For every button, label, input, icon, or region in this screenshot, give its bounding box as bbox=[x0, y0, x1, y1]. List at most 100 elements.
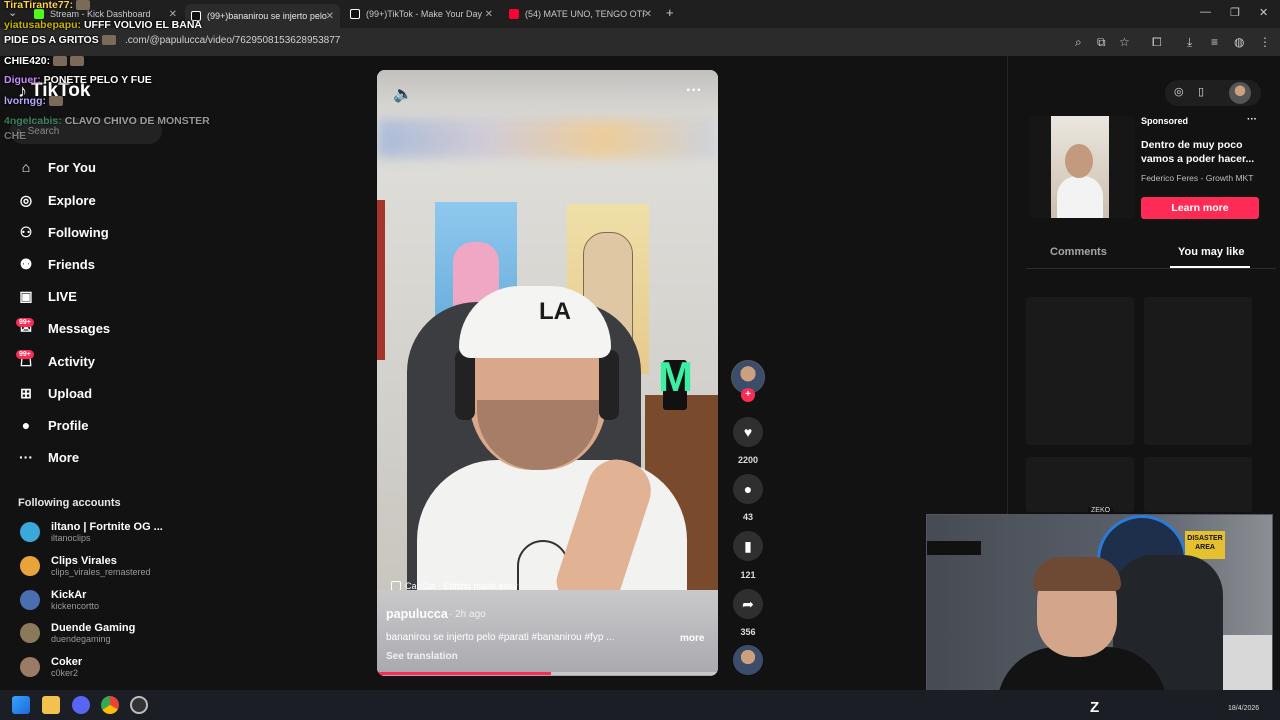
see-translation-link[interactable]: See translation bbox=[386, 651, 458, 662]
extensions-icon[interactable]: ⧠ bbox=[1152, 35, 1162, 50]
heart-icon: ♥ bbox=[743, 424, 753, 440]
ad-person bbox=[1057, 176, 1103, 218]
chrome-icon[interactable] bbox=[101, 696, 119, 714]
video-red-edge bbox=[377, 200, 385, 360]
compass-icon[interactable]: ◎ bbox=[1174, 85, 1184, 98]
suggested-video-placeholder[interactable] bbox=[1026, 297, 1134, 445]
file-explorer-icon[interactable] bbox=[42, 696, 60, 714]
learn-more-button[interactable]: Learn more bbox=[1141, 197, 1259, 219]
mic-arm bbox=[927, 541, 981, 555]
chat-user: Diguer: bbox=[4, 74, 41, 86]
upload-icon: ⊞ bbox=[20, 385, 32, 401]
tab-tiktok-video[interactable]: (99+)bananirou se injerto pelo ✕ bbox=[185, 4, 340, 28]
bookmark-button[interactable]: ▮ bbox=[733, 531, 763, 561]
phone-icon[interactable]: ▯ bbox=[1198, 85, 1204, 98]
emote-icon bbox=[76, 0, 91, 11]
url-text[interactable]: .com/@papulucca/video/762950815362895387… bbox=[125, 35, 340, 46]
close-icon[interactable]: ✕ bbox=[644, 9, 652, 20]
close-icon[interactable]: ✕ bbox=[485, 9, 493, 20]
nav-profile[interactable]: ● Profile bbox=[18, 417, 89, 433]
account-item[interactable]: Clips Virales clips_virales_remastered bbox=[20, 555, 151, 577]
nav-more[interactable]: ··· More bbox=[18, 449, 79, 465]
chat-text: UFFF VOLVIO EL BANA bbox=[83, 19, 202, 31]
menu-icon[interactable]: ⋮ bbox=[1259, 35, 1271, 49]
comment-icon: ● bbox=[743, 481, 753, 497]
account-handle: clips_virales_remastered bbox=[51, 567, 151, 577]
volume-icon[interactable]: 🔈 bbox=[393, 84, 413, 104]
nav-live[interactable]: ▣ LIVE bbox=[18, 288, 77, 305]
chat-message: TiraTirante77: bbox=[4, 0, 91, 11]
nav-explore[interactable]: ◎ Explore bbox=[18, 192, 96, 209]
comment-count: 43 bbox=[742, 512, 753, 522]
star-icon[interactable]: ☆ bbox=[1119, 35, 1130, 49]
suggested-video-placeholder[interactable] bbox=[1144, 297, 1252, 445]
tab-you-may-like[interactable]: You may like bbox=[1178, 246, 1244, 258]
profile-avatar-icon[interactable]: ◍ bbox=[1234, 35, 1244, 49]
ad-author: Federico Feres - Growth MKT bbox=[1141, 173, 1254, 183]
account-name: iltano | Fortnite OG ... bbox=[51, 521, 163, 533]
close-icon[interactable]: ✕ bbox=[169, 9, 177, 20]
close-icon[interactable]: ✕ bbox=[326, 11, 334, 22]
tab-divider bbox=[1026, 268, 1276, 269]
video-player[interactable]: M LA 🔈 ··· CapCut · Editing made easy bbox=[377, 70, 718, 676]
music-disc-avatar[interactable] bbox=[733, 645, 763, 675]
search-placeholder: Search bbox=[27, 125, 60, 137]
suggested-video-placeholder[interactable] bbox=[1144, 457, 1252, 512]
disaster-sign: DISASTER AREA bbox=[1185, 531, 1225, 559]
nav-friends[interactable]: ⚉ Friends bbox=[18, 256, 95, 273]
follow-plus-icon[interactable]: + bbox=[741, 388, 755, 402]
chat-message: CHE bbox=[4, 130, 26, 142]
nav-label: Explore bbox=[48, 193, 96, 208]
account-item[interactable]: KickAr kickencortto bbox=[20, 589, 99, 611]
like-button[interactable]: ♥ bbox=[733, 417, 763, 447]
share-icon: ➦ bbox=[742, 595, 754, 612]
obs-icon[interactable] bbox=[130, 696, 148, 714]
account-item[interactable]: Coker c0ker2 bbox=[20, 656, 82, 678]
chat-user: lvorngg: bbox=[4, 95, 46, 107]
download-icon[interactable]: ⤓ bbox=[1187, 35, 1192, 50]
account-item[interactable]: iltano | Fortnite OG ... iltanoclips bbox=[20, 521, 163, 543]
emote-icon bbox=[53, 56, 68, 67]
video-more-icon[interactable]: ··· bbox=[686, 82, 702, 100]
nav-label: More bbox=[48, 449, 80, 465]
avatar bbox=[20, 657, 40, 677]
user-avatar[interactable] bbox=[1229, 82, 1251, 104]
close-window-icon[interactable]: ✕ bbox=[1259, 6, 1268, 19]
ad-title[interactable]: Dentro de muy poco vamos a poder hacer..… bbox=[1141, 138, 1266, 166]
activity-badge: 99+ bbox=[16, 350, 34, 359]
nav-following[interactable]: ⚇ Following bbox=[18, 224, 109, 241]
video-progress[interactable] bbox=[377, 672, 718, 675]
tab-comments[interactable]: Comments bbox=[1050, 246, 1107, 258]
profile-icon: ● bbox=[21, 417, 31, 433]
ad-face bbox=[1065, 144, 1093, 178]
active-tab-indicator bbox=[1170, 266, 1250, 268]
windows-start-icon[interactable] bbox=[12, 696, 30, 714]
discord-icon[interactable] bbox=[72, 696, 90, 714]
like-count: 2200 bbox=[737, 455, 759, 465]
comment-button[interactable]: ● bbox=[733, 474, 763, 504]
new-tab-button[interactable]: + bbox=[666, 5, 674, 20]
nav-label: Following bbox=[48, 225, 109, 240]
streamer-hair bbox=[1033, 557, 1121, 591]
caption-more-button[interactable]: more bbox=[680, 633, 704, 644]
restore-icon[interactable]: ❐ bbox=[1230, 6, 1240, 19]
tab-youtube[interactable]: (54) MATE UNO, TENGO OTRO ✕ bbox=[503, 4, 658, 24]
share-button[interactable]: ➦ bbox=[733, 589, 763, 619]
video-author[interactable]: papulucca bbox=[386, 607, 448, 621]
nav-label: LIVE bbox=[48, 289, 77, 304]
nav-for-you[interactable]: ⌂ For You bbox=[18, 159, 96, 175]
account-item[interactable]: Duende Gaming duendegaming bbox=[20, 622, 135, 644]
bookmark-count: 121 bbox=[740, 570, 756, 580]
suggested-video-placeholder[interactable] bbox=[1026, 457, 1134, 512]
chat-message: Diguer: PONETE PELO Y FUE bbox=[4, 74, 152, 86]
ad-more-icon[interactable]: ··· bbox=[1247, 114, 1257, 125]
nav-upload[interactable]: ⊞ Upload bbox=[18, 385, 92, 402]
zoom-icon[interactable]: ⌕ bbox=[1075, 35, 1082, 50]
minimize-icon[interactable]: — bbox=[1200, 6, 1211, 18]
media-icon[interactable]: ≡ bbox=[1211, 35, 1218, 49]
install-icon[interactable]: ⧉ bbox=[1097, 35, 1106, 50]
ad-thumbnail[interactable] bbox=[1029, 116, 1135, 218]
tab-tiktok-home[interactable]: (99+)TikTok - Make Your Day ✕ bbox=[344, 4, 499, 24]
chat-message: lvorngg: bbox=[4, 95, 63, 107]
avatar bbox=[20, 556, 40, 576]
